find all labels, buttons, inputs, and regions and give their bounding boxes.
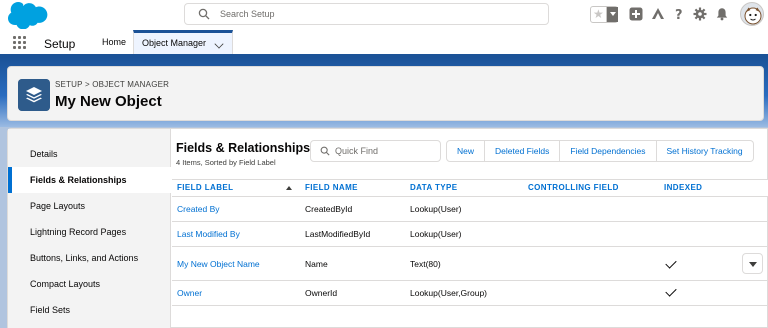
quick-find-placeholder: Quick Find (335, 146, 379, 156)
indexed-check-icon (665, 257, 677, 269)
sort-ascending-icon[interactable] (286, 186, 292, 190)
indexed-check-icon (665, 285, 677, 297)
set-history-tracking-button[interactable]: Set History Tracking (656, 140, 754, 162)
sidebar-item-label: Lightning Record Pages (30, 227, 127, 237)
global-search-input[interactable]: Search Setup (184, 3, 549, 25)
sidebar-item-page-layouts[interactable]: Page Layouts (8, 193, 171, 219)
sidebar-item-buttons-links-actions[interactable]: Buttons, Links, and Actions (8, 245, 171, 271)
column-header-field-label[interactable]: FIELD LABEL (177, 183, 233, 192)
field-label-link[interactable]: Last Modified By (177, 229, 240, 239)
sidebar-item-label: Details (30, 149, 58, 159)
help-icon[interactable]: ? (672, 7, 686, 21)
app-name: Setup (44, 37, 76, 51)
quick-find-input[interactable]: Quick Find (310, 140, 441, 162)
app-launcher-icon[interactable] (13, 36, 27, 50)
global-header: Search Setup ★ ? (0, 0, 768, 30)
astro-avatar-icon (744, 7, 762, 25)
action-button-group: New Deleted Fields Field Dependencies Se… (446, 140, 754, 162)
row-actions-dropdown[interactable] (742, 253, 763, 274)
data-type: Text(80) (410, 259, 441, 269)
sidebar-item-label: Page Layouts (30, 201, 86, 211)
sidebar-item-field-sets[interactable]: Field Sets (8, 297, 171, 323)
field-name: CreatedById (305, 204, 353, 214)
table-row: My New Object Name Name Text(80) (172, 247, 768, 281)
sidebar-item-lightning-record-pages[interactable]: Lightning Record Pages (8, 219, 171, 245)
field-label-link[interactable]: Owner (177, 288, 202, 298)
field-label-link[interactable]: Created By (177, 204, 220, 214)
gear-icon[interactable] (693, 7, 707, 21)
notification-bell-icon[interactable] (715, 7, 729, 21)
table-row: Created By CreatedById Lookup(User) (172, 197, 768, 222)
page-title: My New Object (55, 93, 162, 110)
tab-home[interactable]: Home (94, 30, 134, 54)
new-button[interactable]: New (446, 140, 486, 162)
sidebar-item-details[interactable]: Details (8, 141, 171, 167)
salesforce-logo[interactable] (8, 2, 48, 29)
table-row: Owner OwnerId Lookup(User,Group) (172, 281, 768, 306)
column-header-data-type[interactable]: DATA TYPE (410, 183, 457, 192)
trailhead-icon[interactable] (651, 7, 665, 21)
column-header-field-name[interactable]: FIELD NAME (305, 183, 358, 192)
field-dependencies-button[interactable]: Field Dependencies (560, 140, 657, 162)
table-row: Last Modified By LastModifiedById Lookup… (172, 222, 768, 247)
favorites-dropdown-icon[interactable] (606, 7, 618, 22)
chevron-down-icon[interactable] (214, 39, 224, 49)
object-layers-icon (18, 79, 50, 111)
sidebar-item-label: Field Sets (30, 305, 71, 315)
deleted-fields-button[interactable]: Deleted Fields (485, 140, 561, 162)
field-name: OwnerId (305, 288, 338, 298)
sidebar-item-label: Buttons, Links, and Actions (30, 253, 139, 263)
page-header: SETUP > OBJECT MANAGER My New Object (7, 66, 764, 121)
search-icon (198, 8, 210, 20)
context-bar: Setup Home Object Manager (0, 30, 768, 57)
field-name: LastModifiedById (305, 229, 371, 239)
sidebar-item-label: Fields & Relationships (30, 175, 127, 185)
favorites-button[interactable]: ★ (590, 6, 618, 23)
data-type: Lookup(User,Group) (410, 288, 488, 298)
column-header-controlling-field[interactable]: CONTROLLING FIELD (528, 183, 619, 192)
favorites-star-icon: ★ (593, 7, 604, 21)
data-type: Lookup(User) (410, 229, 462, 239)
add-icon[interactable] (629, 7, 643, 21)
section-subtitle: 4 Items, Sorted by Field Label (176, 158, 276, 167)
sidebar-item-compact-layouts[interactable]: Compact Layouts (8, 271, 171, 297)
sidebar-item-label: Compact Layouts (30, 279, 101, 289)
main-card: Details Fields & Relationships Page Layo… (7, 128, 768, 328)
tab-object-manager-label: Object Manager (142, 38, 207, 48)
search-icon (320, 146, 330, 156)
tab-home-label: Home (102, 37, 127, 47)
data-type: Lookup(User) (410, 204, 462, 214)
field-name: Name (305, 259, 328, 269)
sidebar-item-fields-relationships[interactable]: Fields & Relationships (8, 167, 171, 193)
fields-relationships-panel: Fields & Relationships 4 Items, Sorted b… (172, 129, 768, 328)
column-header-indexed[interactable]: INDEXED (664, 183, 702, 192)
tab-object-manager[interactable]: Object Manager (133, 30, 233, 54)
field-label-link[interactable]: My New Object Name (177, 259, 260, 269)
table-header: FIELD LABEL FIELD NAME DATA TYPE CONTROL… (172, 179, 768, 197)
svg-text:?: ? (675, 8, 683, 21)
object-sidebar: Details Fields & Relationships Page Layo… (8, 129, 171, 328)
avatar[interactable] (740, 2, 764, 26)
breadcrumb[interactable]: SETUP > OBJECT MANAGER (55, 80, 169, 89)
search-placeholder: Search Setup (220, 9, 275, 19)
section-title: Fields & Relationships (176, 141, 311, 155)
